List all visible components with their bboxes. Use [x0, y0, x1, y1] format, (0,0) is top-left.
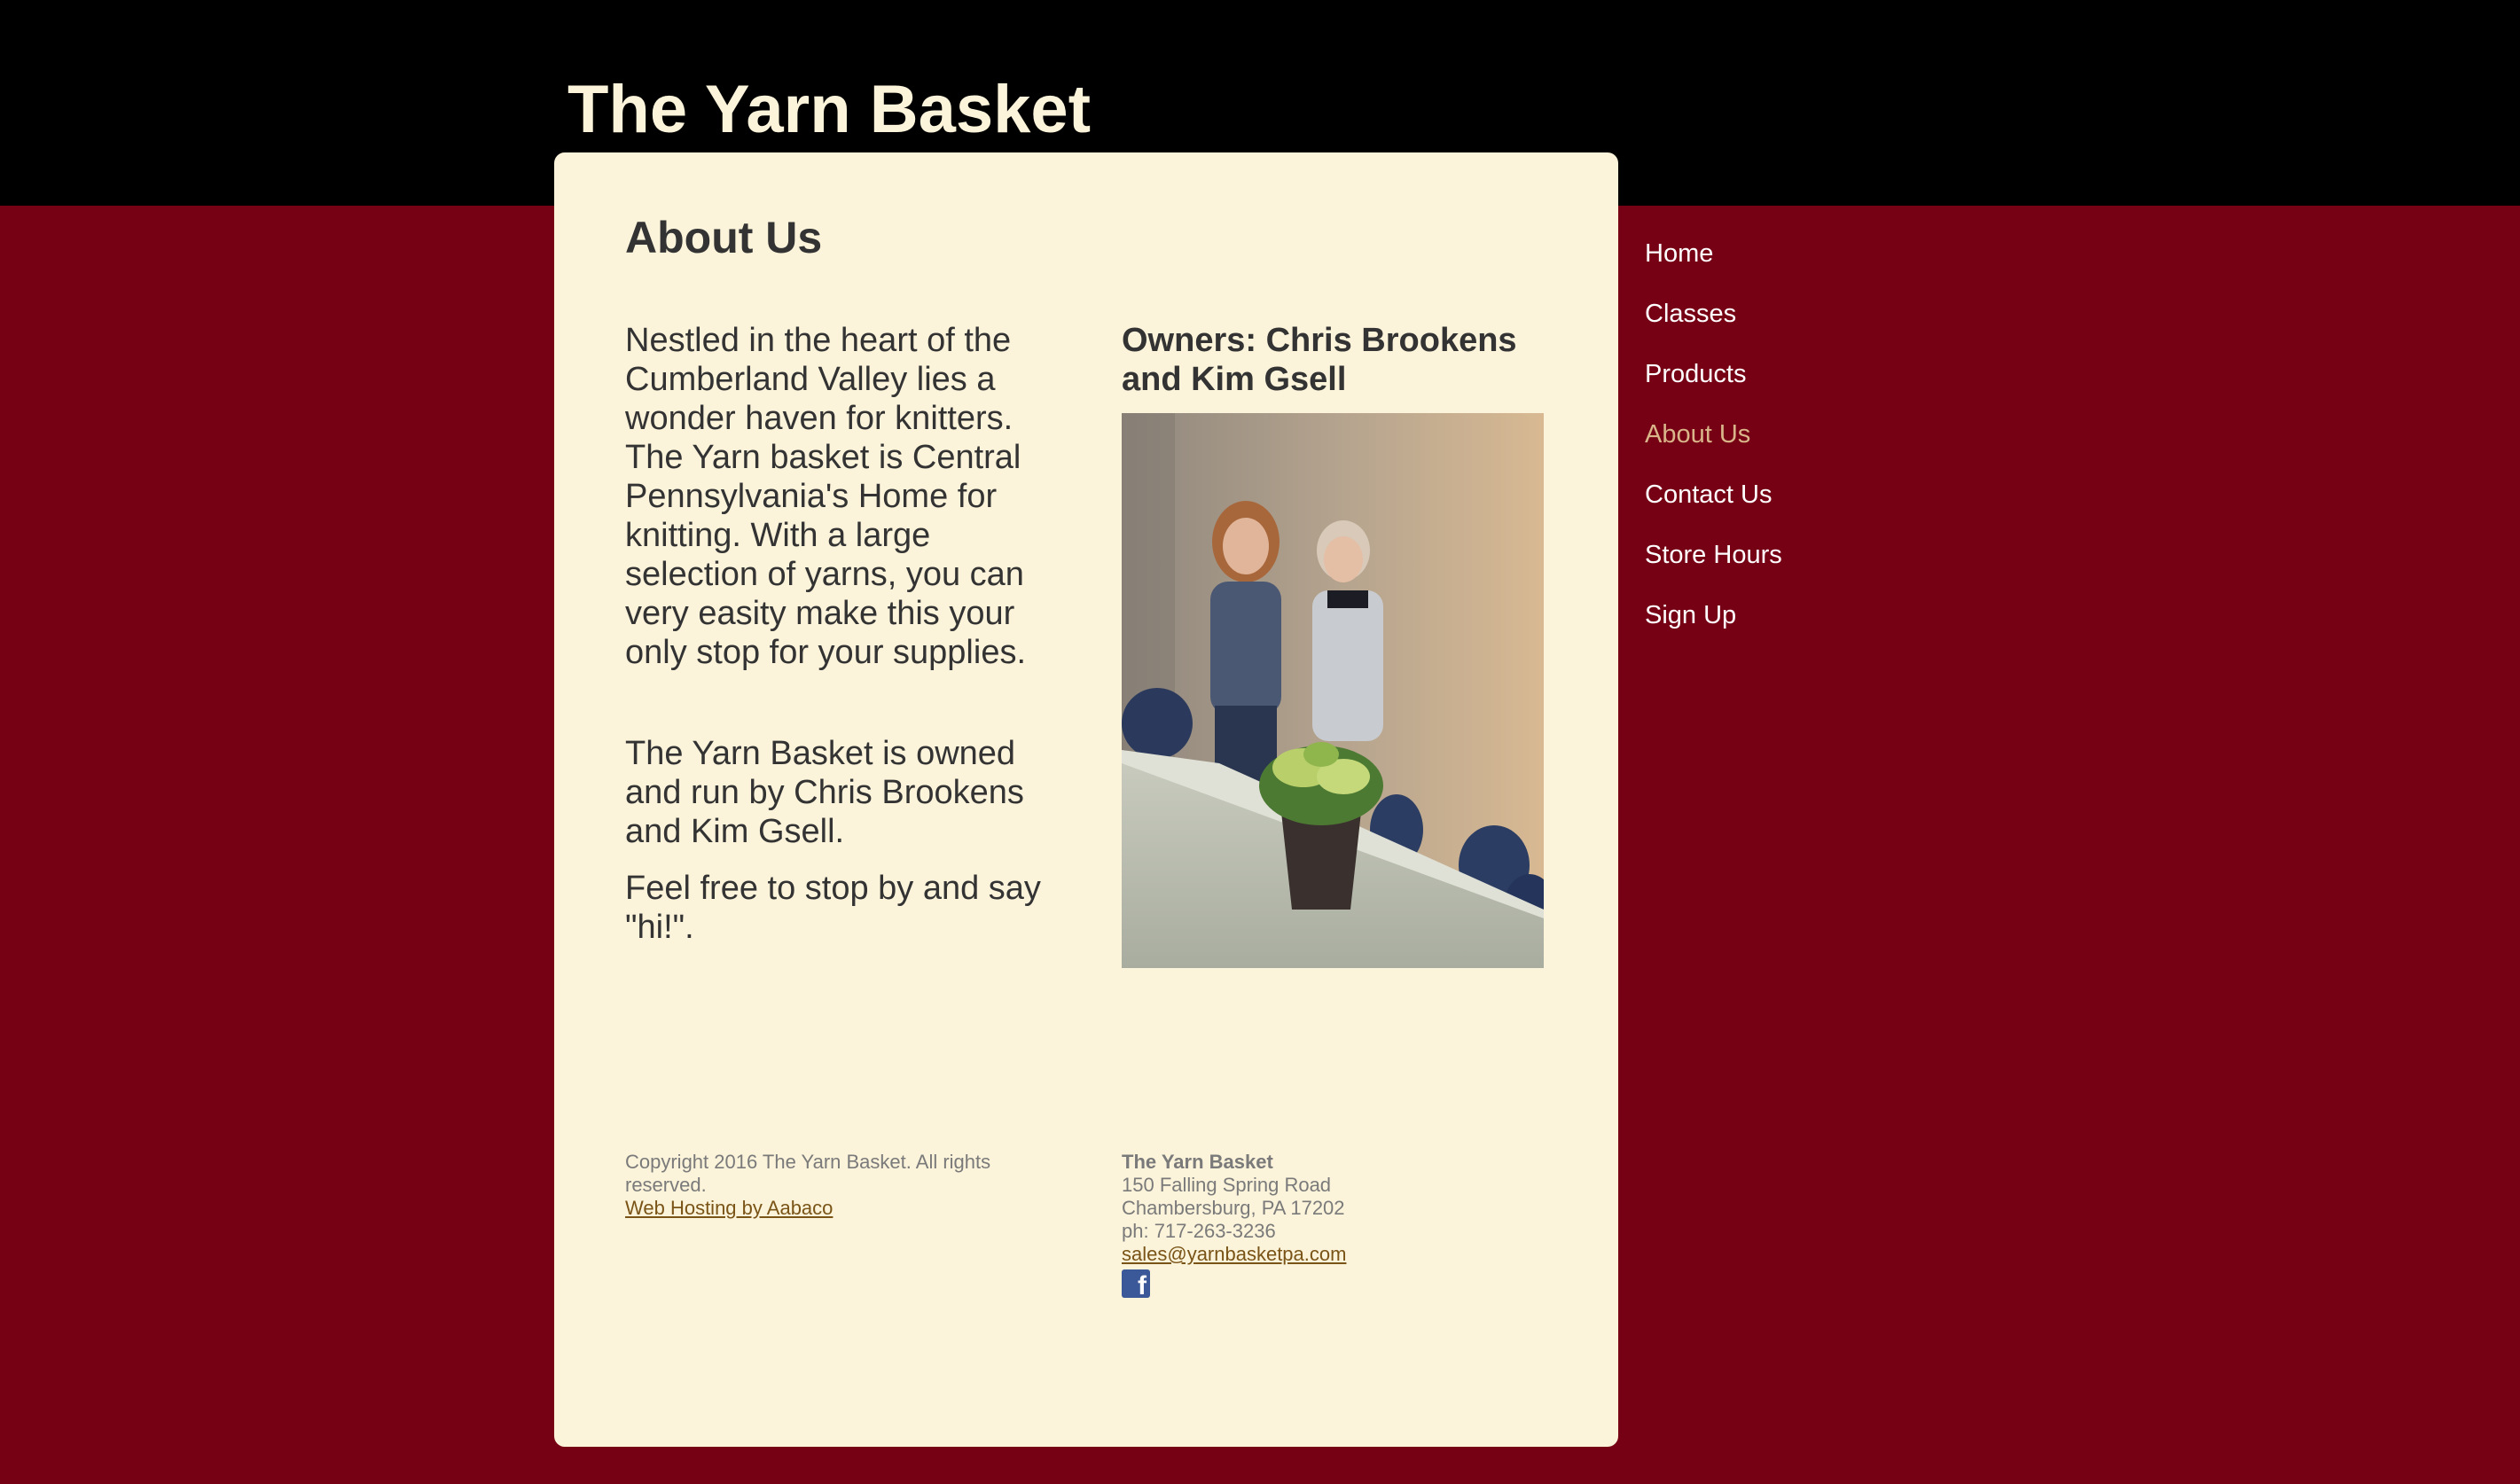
footer-contact: The Yarn Basket 150 Falling Spring Road … [1122, 1151, 1547, 1300]
nav-item-classes[interactable]: Classes [1645, 293, 1782, 353]
phone-number: ph: 717-263-3236 [1122, 1220, 1276, 1242]
content-panel: About Us Nestled in the heart of the Cum… [554, 152, 1618, 1447]
nav-item-contact-us[interactable]: Contact Us [1645, 473, 1782, 534]
owners-photo [1122, 413, 1544, 968]
about-paragraph-intro: Nestled in the heart of the Cumberland V… [625, 322, 1027, 671]
email-link[interactable]: sales@yarnbasketpa.com [1122, 1243, 1346, 1265]
page-title: About Us [625, 213, 823, 262]
site-title[interactable]: The Yarn Basket [567, 69, 1091, 151]
main-nav: Home Classes Products About Us Contact U… [1645, 232, 1782, 654]
nav-item-products[interactable]: Products [1645, 353, 1782, 413]
web-hosting-link[interactable]: Web Hosting by Aabaco [625, 1197, 833, 1219]
nav-item-store-hours[interactable]: Store Hours [1645, 534, 1782, 594]
address-line-2: Chambersburg, PA 17202 [1122, 1197, 1345, 1219]
copyright-text: Copyright 2016 The Yarn Basket. All righ… [625, 1151, 991, 1196]
nav-item-about-us[interactable]: About Us [1645, 413, 1782, 473]
about-paragraph-owners: The Yarn Basket is owned and run by Chri… [625, 735, 1024, 850]
about-text: Nestled in the heart of the Cumberland V… [625, 321, 1051, 947]
nav-item-sign-up[interactable]: Sign Up [1645, 594, 1782, 654]
nav-item-home[interactable]: Home [1645, 232, 1782, 293]
business-name: The Yarn Basket [1122, 1151, 1273, 1173]
facebook-icon[interactable]: f [1122, 1269, 1150, 1300]
footer-left: Copyright 2016 The Yarn Basket. All righ… [625, 1151, 1051, 1220]
about-paragraph-greeting: Feel free to stop by and say "hi!". [625, 870, 1041, 946]
owners-heading: Owners: Chris Brookens and Kim Gsell [1122, 322, 1517, 398]
address-line-1: 150 Falling Spring Road [1122, 1174, 1332, 1196]
